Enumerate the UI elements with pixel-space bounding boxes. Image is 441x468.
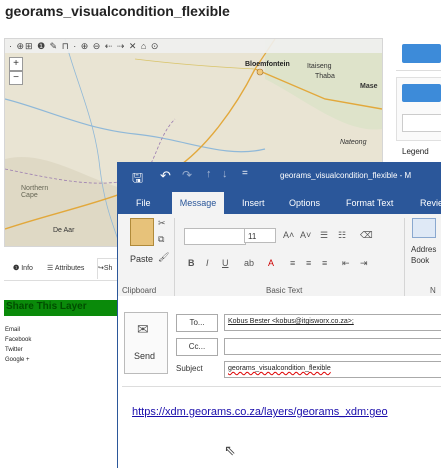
- font-color-icon[interactable]: A: [268, 258, 274, 268]
- to-button[interactable]: To...: [176, 314, 218, 332]
- outlook-title-bar: 🖫 ↶ ↷ ↑ ↓ = georams_visualcondition_flex…: [118, 162, 441, 192]
- tab-info[interactable]: ❶ Info: [13, 264, 33, 272]
- redo-icon[interactable]: ↷: [182, 168, 192, 182]
- header-body-divider: [122, 386, 441, 387]
- side-panel-button-1[interactable]: [402, 44, 441, 63]
- tabs-divider: [4, 280, 118, 281]
- subject-value: georams_visualcondition_flexible: [228, 365, 331, 372]
- tab-attributes[interactable]: ☰ Attributes: [47, 264, 84, 272]
- tab-options[interactable]: Options: [289, 198, 320, 208]
- bullets-icon[interactable]: ☰: [320, 230, 328, 241]
- align-left-icon[interactable]: ≡: [290, 258, 295, 268]
- increase-indent-icon[interactable]: ⇥: [360, 258, 368, 269]
- underline-icon[interactable]: U: [222, 258, 229, 268]
- body-link[interactable]: https://xdm.georams.co.za/layers/georams…: [132, 406, 388, 418]
- to-recipient[interactable]: Kobus Bester <kobus@itgisworx.co.za>;: [228, 318, 354, 325]
- font-size-value: 11: [248, 232, 257, 241]
- arrow-up-icon[interactable]: ↑: [206, 168, 212, 180]
- side-panel-divider: [396, 70, 441, 71]
- paste-icon[interactable]: [130, 218, 154, 246]
- tab-info-label: Info: [21, 265, 33, 272]
- quick-access-dropdown-icon[interactable]: =: [242, 168, 248, 179]
- envelope-icon: ✉: [137, 321, 149, 337]
- tab-attributes-label: Attributes: [54, 265, 85, 272]
- map-label-maseru: Mase: [360, 83, 378, 90]
- map-label-nateong: Nateong: [340, 139, 367, 146]
- tab-share[interactable]: ↪Sh: [97, 258, 119, 279]
- tab-file[interactable]: File: [136, 198, 151, 208]
- to-field[interactable]: Kobus Bester <kobus@itgisworx.co.za>;: [224, 314, 441, 331]
- share-link-twitter[interactable]: Twitter: [5, 347, 23, 353]
- outlook-compose-window[interactable]: 🖫 ↶ ↷ ↑ ↓ = georams_visualcondition_flex…: [117, 162, 441, 468]
- share-title: Share This Layer: [6, 301, 87, 312]
- highlight-icon[interactable]: ab: [244, 258, 254, 268]
- save-icon[interactable]: 🖫: [132, 169, 143, 191]
- arrow-down-icon[interactable]: ↓: [222, 168, 228, 180]
- map-label-northern-cape: Northern Cape: [21, 185, 49, 199]
- clear-formatting-icon[interactable]: ⌫: [360, 230, 373, 241]
- address-book-icon[interactable]: [412, 218, 436, 238]
- ribbon-group-names: N: [430, 286, 436, 295]
- tab-insert[interactable]: Insert: [242, 198, 265, 208]
- outlook-ribbon-tabs: File Message Insert Options Format Text …: [118, 192, 441, 214]
- info-icon: ❶: [13, 265, 20, 272]
- ribbon-separator: [404, 218, 405, 296]
- subject-field[interactable]: georams_visualcondition_flexible: [224, 361, 441, 378]
- align-right-icon[interactable]: ≡: [322, 258, 327, 268]
- align-center-icon[interactable]: ≡: [306, 258, 311, 268]
- font-size-select[interactable]: 11: [244, 228, 276, 243]
- send-button[interactable]: ✉ Send: [124, 312, 168, 374]
- send-label: Send: [134, 351, 156, 361]
- zoom-in-button[interactable]: +: [9, 57, 23, 71]
- list-icon: ☰: [47, 265, 54, 272]
- paste-label[interactable]: Paste: [130, 254, 153, 264]
- compose-area: ✉ Send To... Kobus Bester <kobus@itgiswo…: [118, 296, 441, 468]
- outlook-window-title: georams_visualcondition_flexible - M: [280, 171, 412, 180]
- cc-button[interactable]: Cc...: [176, 338, 218, 356]
- ribbon-group-clipboard: Clipboard: [122, 286, 157, 295]
- subject-label: Subject: [176, 364, 203, 373]
- undo-icon[interactable]: ↶: [160, 168, 171, 184]
- map-label-bloemfontein: Bloemfontein: [245, 61, 290, 68]
- tab-format-text[interactable]: Format Text: [346, 198, 393, 208]
- legend-label: Legend: [402, 147, 429, 156]
- tab-share-label: Sh: [103, 265, 113, 272]
- share-link-email[interactable]: Email: [5, 327, 20, 333]
- share-link-facebook[interactable]: Facebook: [5, 337, 31, 343]
- side-panel-input[interactable]: [402, 114, 441, 132]
- tab-review[interactable]: Revie: [420, 198, 441, 208]
- cc-field[interactable]: [224, 338, 441, 355]
- tab-message[interactable]: Message: [172, 192, 224, 214]
- ribbon-group-basic-text: Basic Text: [266, 286, 303, 295]
- mouse-cursor-icon: ⇖: [224, 442, 236, 458]
- ribbon-separator: [174, 218, 175, 296]
- grow-font-icon[interactable]: A˄: [283, 230, 294, 240]
- address-book-label[interactable]: Addres Book: [411, 244, 436, 266]
- map-label-thaba: Thaba: [315, 73, 335, 80]
- decrease-indent-icon[interactable]: ⇤: [342, 258, 350, 269]
- outlook-ribbon: ✂ ⧉ 🖌 Paste 11 A˄ A˅ ☰ ☷ ⌫ B I U ab A ≡ …: [118, 214, 441, 297]
- italic-icon[interactable]: I: [206, 258, 209, 268]
- zoom-out-button[interactable]: −: [9, 71, 23, 85]
- cut-icon[interactable]: ✂: [158, 218, 166, 229]
- map-label-de-aar: De Aar: [53, 227, 75, 234]
- numbering-icon[interactable]: ☷: [338, 230, 346, 241]
- shrink-font-icon[interactable]: A˅: [300, 230, 311, 240]
- side-panel-button-2[interactable]: [402, 84, 441, 102]
- map-label-itaiseng: Itaiseng: [307, 63, 332, 70]
- copy-icon[interactable]: ⧉: [158, 234, 164, 245]
- format-painter-icon[interactable]: 🖌: [158, 252, 169, 263]
- bold-icon[interactable]: B: [188, 258, 195, 268]
- map-toolbar[interactable]: · ⊕⊞ ❶ ✎ ⊓ · ⊕ ⊖ ⇠ ⇢ ✕ ⌂ ⊙: [5, 39, 382, 53]
- share-link-google-plus[interactable]: Google +: [5, 357, 30, 363]
- font-name-select[interactable]: [184, 228, 246, 245]
- page-title: georams_visualcondition_flexible: [5, 3, 230, 19]
